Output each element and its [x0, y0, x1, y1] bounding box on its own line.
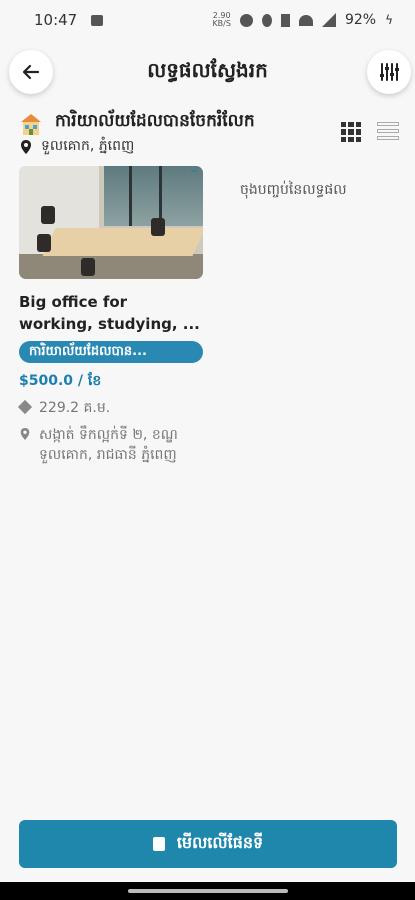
area-icon	[17, 399, 33, 415]
back-button[interactable]	[9, 50, 53, 94]
listing-card[interactable]: Big office for working, studying, ... កា…	[17, 166, 203, 465]
location-pin-icon	[21, 139, 31, 154]
location-line: ទួលគោក, ភ្នំពេញ	[21, 136, 134, 157]
listing-price: $500.0 / ខែ	[19, 373, 102, 389]
system-nav-bar	[0, 882, 415, 900]
list-view-toggle[interactable]	[377, 122, 399, 142]
map-button-label: មើលលើផែនទី	[176, 833, 264, 852]
map-icon	[152, 837, 165, 851]
end-of-results: ចុងបញ្ចប់នៃលទ្ធផល	[240, 182, 347, 198]
category-chip: ការិយាល័យដែលបាន...	[19, 341, 203, 363]
signal-icon	[321, 13, 336, 27]
area-text: 229.2 គ.ម.	[39, 400, 111, 416]
filter-sliders-icon	[380, 63, 399, 81]
category-header: ការិយាល័យដែលបានចែករំលែក ទួលគោក, ភ្នំពេញ	[19, 110, 399, 158]
charging-icon: ϟ	[385, 13, 393, 27]
location-icon	[261, 13, 272, 27]
gallery-notification-icon	[91, 14, 104, 26]
battery-level: 92%	[344, 12, 377, 28]
status-bar: 10:47 2.90 KB/S 92% ϟ	[0, 0, 415, 40]
view-on-map-button[interactable]: មើលលើផែនទី	[19, 820, 397, 868]
alarm-icon	[239, 13, 253, 27]
listing-photo[interactable]	[19, 166, 203, 279]
area-row: 229.2 គ.ម.	[17, 398, 203, 419]
vibrate-icon	[280, 13, 290, 27]
category-title: ការិយាល័យដែលបានចែករំលែក	[55, 111, 255, 131]
listing-title[interactable]: Big office for working, studying, ...	[19, 291, 203, 335]
status-time: 10:47	[34, 11, 78, 29]
page-title: លទ្ធផលស្វែងរក	[147, 58, 268, 82]
address-text: សង្កាត់ ទឹកល្អក់ទី ២, ខណ្ឌ ទួលគោក, រាជធា…	[39, 427, 178, 463]
network-speed: 2.90 KB/S	[212, 11, 231, 28]
wifi-icon	[298, 14, 313, 26]
filter-button[interactable]	[367, 50, 411, 94]
office-building-icon	[21, 114, 41, 135]
address-row: សង្កាត់ ទឹកល្អក់ទី ២, ខណ្ឌ ទួលគោក, រាជធា…	[19, 425, 203, 465]
home-gesture-handle[interactable]	[127, 889, 288, 893]
arrow-left-icon	[22, 64, 40, 80]
address-pin-icon	[20, 428, 30, 440]
app-bar: លទ្ធផលស្វែងរក	[0, 46, 415, 98]
location-text: ទួលគោក, ភ្នំពេញ	[41, 138, 135, 154]
grid-view-toggle[interactable]	[341, 122, 361, 142]
photo-watermark	[191, 170, 197, 172]
